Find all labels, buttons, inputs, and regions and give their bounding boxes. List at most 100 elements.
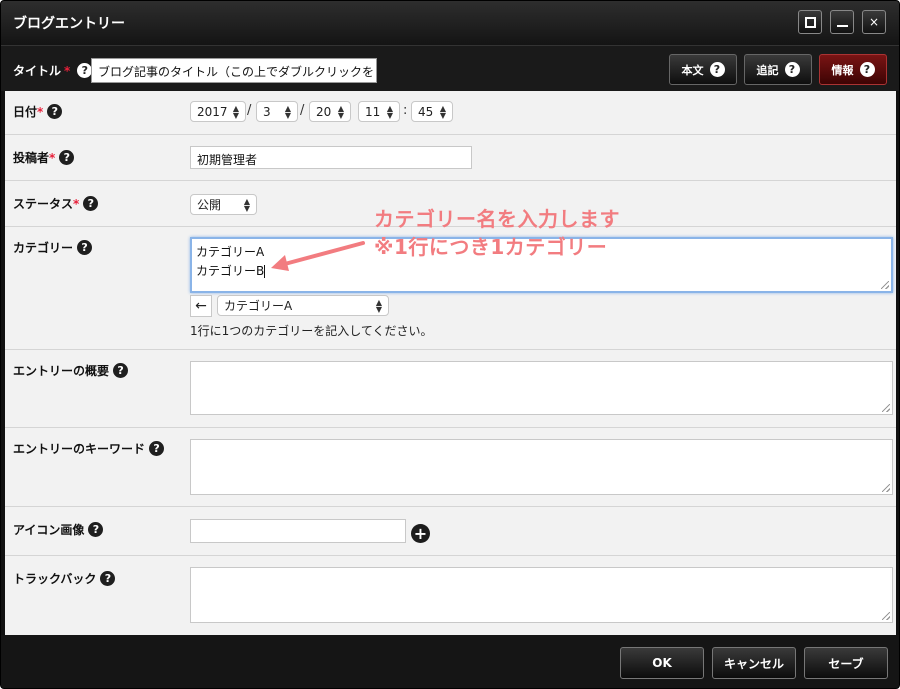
keywords-label-text: エントリーのキーワード xyxy=(13,442,146,456)
cancel-button[interactable]: キャンセル xyxy=(712,647,796,679)
month-value: 3 xyxy=(263,104,271,119)
author-row: 投稿者 *? 初期管理者 xyxy=(5,135,896,181)
close-icon: × xyxy=(868,15,880,29)
summary-row: エントリーの概要? xyxy=(5,350,896,428)
date-row: 日付 *? 2017 ▲ ▼ / 3 ▲ ▼ / 20 ▲ ▼ 11 ▲ ▼ : 45 ▲ ▼ xyxy=(5,91,896,135)
status-select[interactable]: 公開 ▲ ▼ xyxy=(190,194,257,215)
category-line: カテゴリーA xyxy=(196,245,265,259)
date-label-text: 日付 xyxy=(13,105,38,119)
select-arrows-icon: ▲ ▼ xyxy=(386,103,393,120)
status-value: 公開 xyxy=(197,198,222,212)
hour-value: 11 xyxy=(365,104,381,119)
day-select[interactable]: 20 ▲ ▼ xyxy=(309,101,351,122)
select-arrows-icon: ▲ ▼ xyxy=(375,297,382,314)
category-hint: 1行に1つのカテゴリーを記入してください。 xyxy=(190,324,433,338)
status-label-text: ステータス xyxy=(13,197,74,211)
trackback-row: トラックバック? xyxy=(5,556,896,635)
blog-entry-window: ブログエントリー × タイトル *? ブログ記事のタイトル（この上でダブルクリック… xyxy=(0,0,900,689)
summary-label: エントリーの概要? xyxy=(13,362,129,379)
select-arrows-icon: ▲ ▼ xyxy=(284,103,291,120)
help-icon[interactable]: ? xyxy=(47,104,63,119)
year-select[interactable]: 2017 ▲ ▼ xyxy=(190,101,246,122)
ok-button[interactable]: OK xyxy=(620,647,704,679)
category-line-last: カテゴリーB xyxy=(196,262,266,281)
form-content: 日付 *? 2017 ▲ ▼ / 3 ▲ ▼ / 20 ▲ ▼ 11 ▲ ▼ : 45 ▲ ▼ xyxy=(5,91,896,635)
hour-select[interactable]: 11 ▲ ▼ xyxy=(358,101,400,122)
category-row: カテゴリー? カテゴリーA カテゴリーB ← カテゴリーA ▲ ▼ 1行に1つのカテ… xyxy=(5,207,896,350)
maximize-button[interactable] xyxy=(798,10,822,34)
help-icon[interactable]: ? xyxy=(88,522,104,537)
window-title: ブログエントリー xyxy=(13,16,125,32)
icon-image-label: アイコン画像? xyxy=(13,521,104,538)
author-input[interactable]: 初期管理者 xyxy=(190,146,472,169)
tab-extended[interactable]: 追記? xyxy=(744,54,812,85)
resize-grip-icon[interactable] xyxy=(882,404,890,412)
trackback-textarea[interactable] xyxy=(190,567,893,623)
status-label: ステータス *? xyxy=(13,195,99,212)
required-mark: * xyxy=(64,63,71,78)
close-button[interactable]: × xyxy=(862,10,886,34)
help-icon[interactable]: ? xyxy=(77,240,93,255)
annotation-line-1: カテゴリー名を入力します xyxy=(374,207,620,231)
keywords-textarea[interactable] xyxy=(190,439,893,495)
tab-info[interactable]: 情報? xyxy=(819,54,887,85)
minimize-button[interactable] xyxy=(830,10,854,34)
summary-label-text: エントリーの概要 xyxy=(13,364,110,378)
resize-grip-icon[interactable] xyxy=(882,612,890,620)
text-cursor xyxy=(264,265,266,278)
help-icon[interactable]: ? xyxy=(709,62,725,77)
month-select[interactable]: 3 ▲ ▼ xyxy=(256,101,298,122)
help-icon[interactable]: ? xyxy=(859,62,875,77)
help-icon[interactable]: ? xyxy=(113,363,129,378)
annotation-line-2: ※1行につき1カテゴリー xyxy=(374,235,608,259)
save-button[interactable]: セーブ xyxy=(804,647,888,679)
icon-image-input[interactable] xyxy=(190,519,406,543)
category-text: カテゴリーA カテゴリーB xyxy=(196,243,266,281)
date-separator: / xyxy=(247,103,252,118)
annotation-arrow-icon xyxy=(271,241,365,271)
date-separator: / xyxy=(300,103,305,118)
category-select[interactable]: カテゴリーA ▲ ▼ xyxy=(217,295,389,316)
category-select-value: カテゴリーA xyxy=(224,299,293,313)
resize-grip-icon[interactable] xyxy=(882,484,890,492)
help-icon[interactable]: ? xyxy=(83,196,99,211)
tab-body-label: 本文 xyxy=(681,63,704,77)
footer: OK キャンセル セーブ xyxy=(1,635,899,688)
day-value: 20 xyxy=(316,104,332,119)
titlebar: ブログエントリー × xyxy=(1,1,899,45)
minimize-icon xyxy=(836,25,848,27)
help-icon[interactable]: ? xyxy=(100,571,116,586)
trackback-label: トラックバック? xyxy=(13,570,116,587)
select-arrows-icon: ▲ ▼ xyxy=(439,103,446,120)
icon-image-row: アイコン画像? + xyxy=(5,507,896,556)
insert-category-button[interactable]: ← xyxy=(190,295,212,317)
required-mark: * xyxy=(73,196,80,211)
select-arrows-icon: ▲ ▼ xyxy=(337,103,344,120)
required-mark: * xyxy=(37,104,44,119)
category-line: カテゴリーB xyxy=(196,264,265,278)
tab-extended-label: 追記 xyxy=(756,63,779,77)
time-separator: : xyxy=(403,103,408,118)
title-input[interactable]: ブログ記事のタイトル（この上でダブルクリックをし xyxy=(91,58,377,83)
title-row: タイトル *? ブログ記事のタイトル（この上でダブルクリックをし 本文? 追記? … xyxy=(1,45,899,91)
help-icon[interactable]: ? xyxy=(784,62,800,77)
keywords-label: エントリーのキーワード? xyxy=(13,440,165,457)
minute-value: 45 xyxy=(418,104,434,119)
author-label: 投稿者 *? xyxy=(13,149,75,166)
minute-select[interactable]: 45 ▲ ▼ xyxy=(411,101,453,122)
help-icon[interactable]: ? xyxy=(149,441,165,456)
add-image-icon[interactable]: + xyxy=(411,524,430,543)
author-label-text: 投稿者 xyxy=(13,151,50,165)
trackback-label-text: トラックバック xyxy=(13,572,97,586)
icon-image-label-text: アイコン画像 xyxy=(13,523,85,537)
resize-grip-icon[interactable] xyxy=(881,281,889,289)
date-label: 日付 *? xyxy=(13,103,63,120)
title-label: タイトル *? xyxy=(13,62,93,79)
required-mark: * xyxy=(49,150,56,165)
select-arrows-icon: ▲ ▼ xyxy=(243,196,250,213)
summary-textarea[interactable] xyxy=(190,361,893,415)
help-icon[interactable]: ? xyxy=(59,150,75,165)
tab-info-label: 情報 xyxy=(831,63,854,77)
tab-body[interactable]: 本文? xyxy=(669,54,737,85)
year-value: 2017 xyxy=(197,104,228,119)
